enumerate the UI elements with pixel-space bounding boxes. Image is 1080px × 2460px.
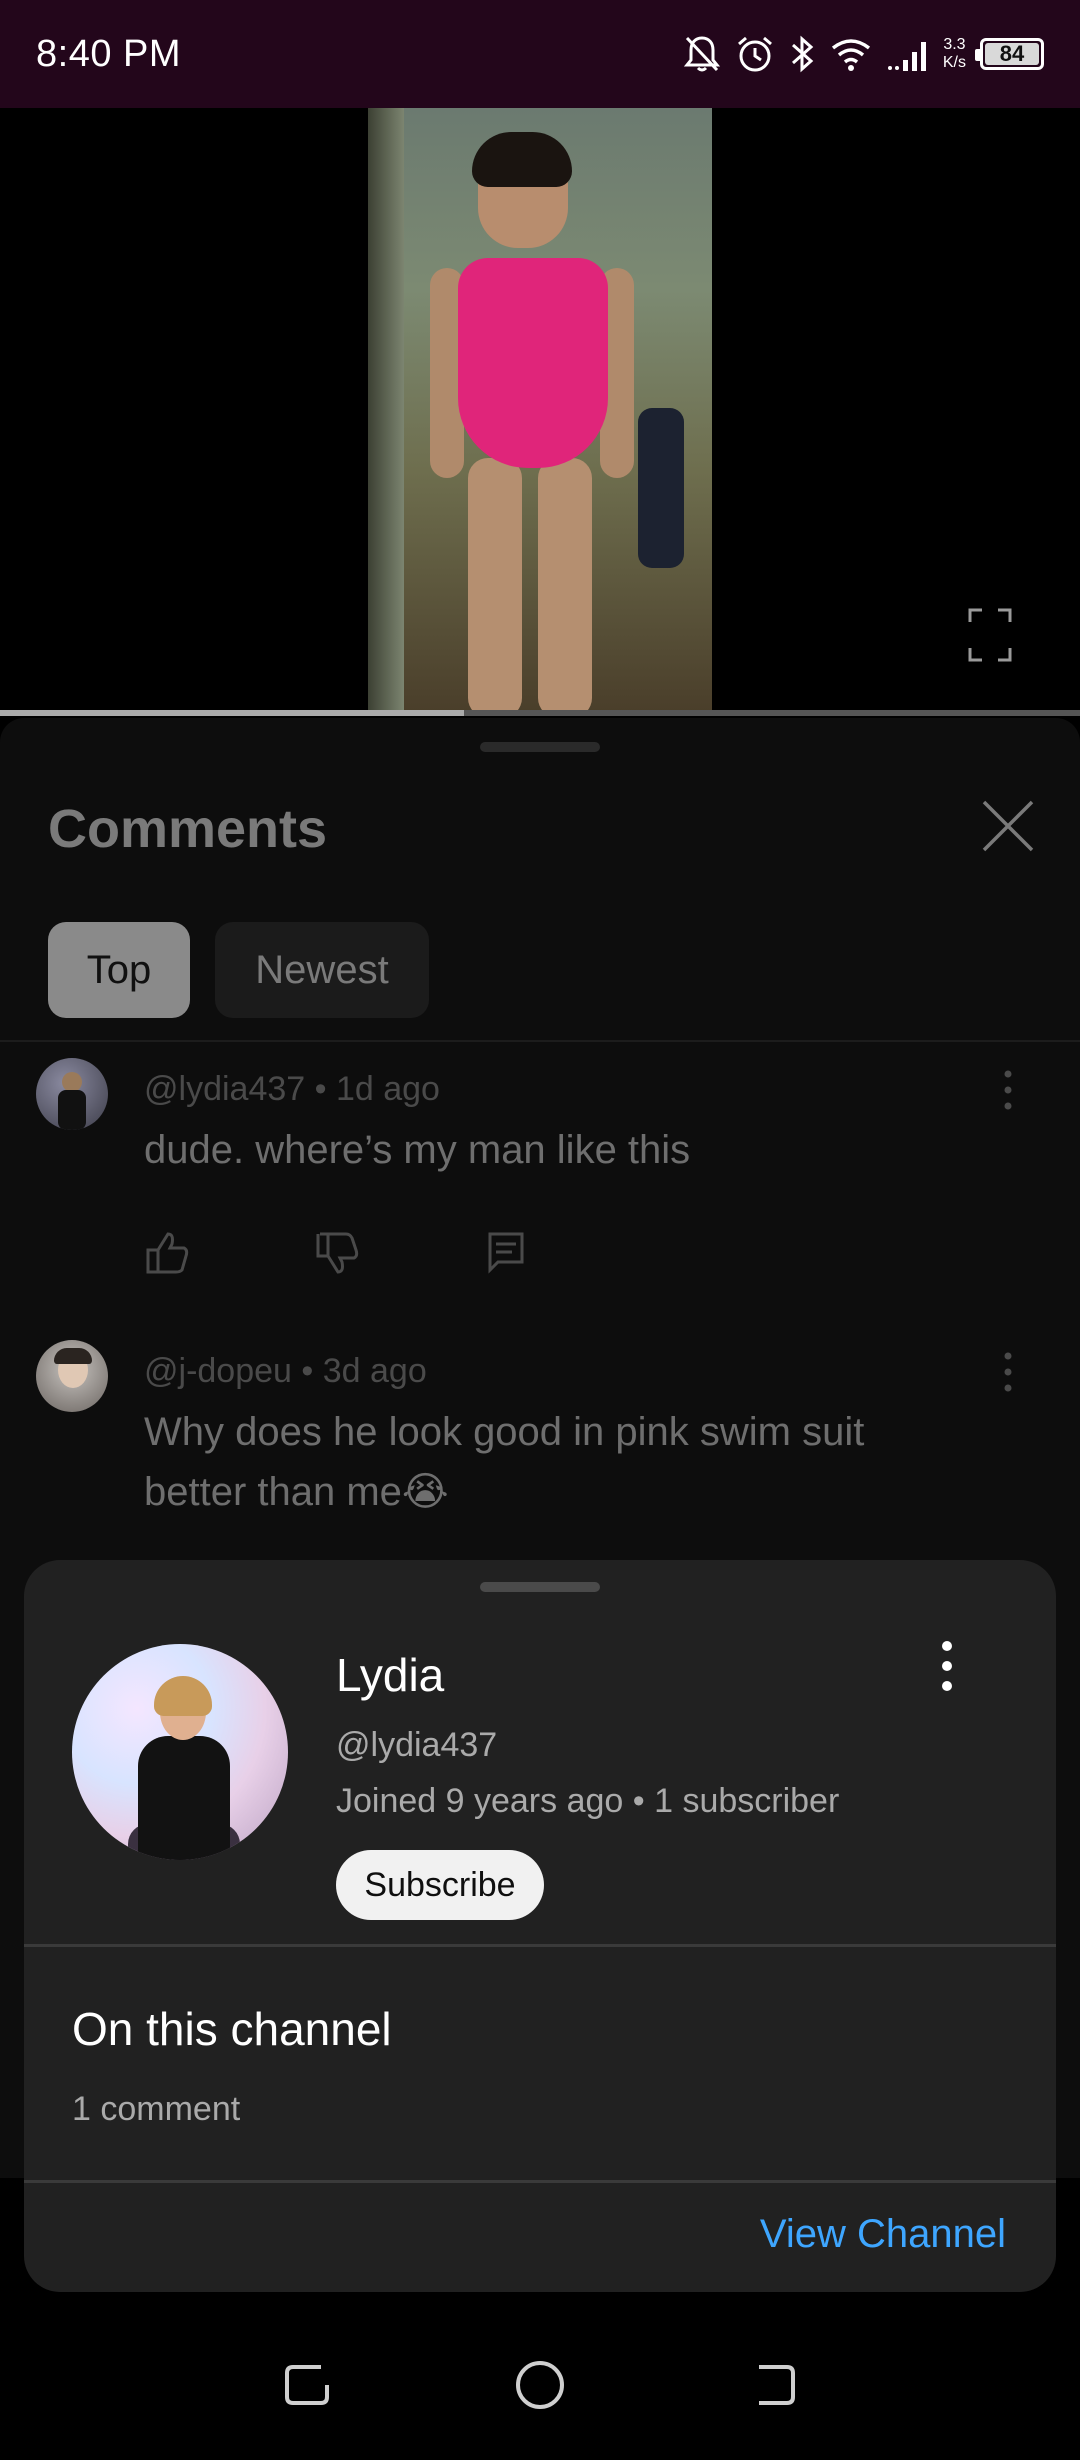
reply-icon[interactable] xyxy=(484,1228,654,1278)
video-player[interactable] xyxy=(0,108,1080,716)
dislike-icon[interactable] xyxy=(314,1228,484,1278)
comments-title: Comments xyxy=(48,799,328,859)
sheet-drag-handle[interactable] xyxy=(480,1582,600,1592)
battery-level: 84 xyxy=(999,41,1025,66)
comment-text: dude. where’s my man like this xyxy=(144,1128,691,1172)
subscribe-button[interactable]: Subscribe xyxy=(336,1850,544,1920)
fullscreen-icon[interactable] xyxy=(966,606,1014,664)
view-channel-button[interactable]: View Channel xyxy=(760,2212,1006,2257)
back-icon[interactable] xyxy=(743,2355,803,2415)
avatar[interactable] xyxy=(36,1058,108,1130)
like-icon[interactable] xyxy=(144,1228,314,1278)
comment-text: Why does he look good in pink swim suit … xyxy=(144,1410,865,1514)
bluetooth-icon xyxy=(791,35,814,73)
filter-newest-chip[interactable]: Newest xyxy=(215,922,429,1018)
filter-top-chip[interactable]: Top xyxy=(48,922,190,1018)
video-progress-bar[interactable] xyxy=(0,710,1080,716)
screen: 8:40 PM 3.3 K/s 84 Comments Top Newest @… xyxy=(0,0,1080,2460)
status-time: 8:40 PM xyxy=(36,32,182,75)
comment-meta: @j-dopeu • 3d ago xyxy=(144,1352,427,1390)
close-icon[interactable] xyxy=(978,796,1038,856)
status-icons: 3.3 K/s 84 xyxy=(683,34,1044,74)
channel-joined-info: Joined 9 years ago • 1 subscriber xyxy=(336,1782,840,1820)
network-speed: 3.3 K/s xyxy=(943,36,966,72)
channel-avatar[interactable] xyxy=(72,1644,288,1860)
section-title: On this channel xyxy=(72,2003,392,2055)
comment-count: 1 comment xyxy=(72,2090,241,2128)
system-nav-bar xyxy=(0,2310,1080,2460)
comment-actions xyxy=(144,1228,654,1278)
more-vert-icon[interactable] xyxy=(932,1638,962,1694)
home-icon[interactable] xyxy=(510,2355,570,2415)
wifi-icon xyxy=(831,39,870,71)
video-frame xyxy=(368,108,712,713)
bell-off-icon xyxy=(683,36,720,72)
network-speed-value: 3.3 xyxy=(943,36,966,53)
drag-handle[interactable] xyxy=(480,742,600,752)
more-vert-icon[interactable] xyxy=(996,1348,1020,1396)
divider xyxy=(0,1040,1080,1042)
recent-apps-icon[interactable] xyxy=(277,2355,337,2415)
channel-sheet: Lydia @lydia437 Joined 9 years ago • 1 s… xyxy=(24,1560,1056,2292)
comment-meta: @lydia437 • 1d ago xyxy=(144,1070,440,1108)
alarm-icon xyxy=(737,36,772,72)
video-progress-fill xyxy=(0,710,465,716)
status-bar: 8:40 PM 3.3 K/s 84 xyxy=(0,0,1080,108)
more-vert-icon[interactable] xyxy=(996,1066,1020,1114)
channel-handle: @lydia437 xyxy=(336,1726,498,1764)
divider xyxy=(24,1944,1056,1947)
avatar[interactable] xyxy=(36,1340,108,1412)
network-speed-unit: K/s xyxy=(942,54,966,71)
channel-name: Lydia xyxy=(336,1649,445,1701)
signal-icon xyxy=(887,42,926,71)
battery-icon: 84 xyxy=(975,38,1044,70)
divider xyxy=(24,2180,1056,2183)
